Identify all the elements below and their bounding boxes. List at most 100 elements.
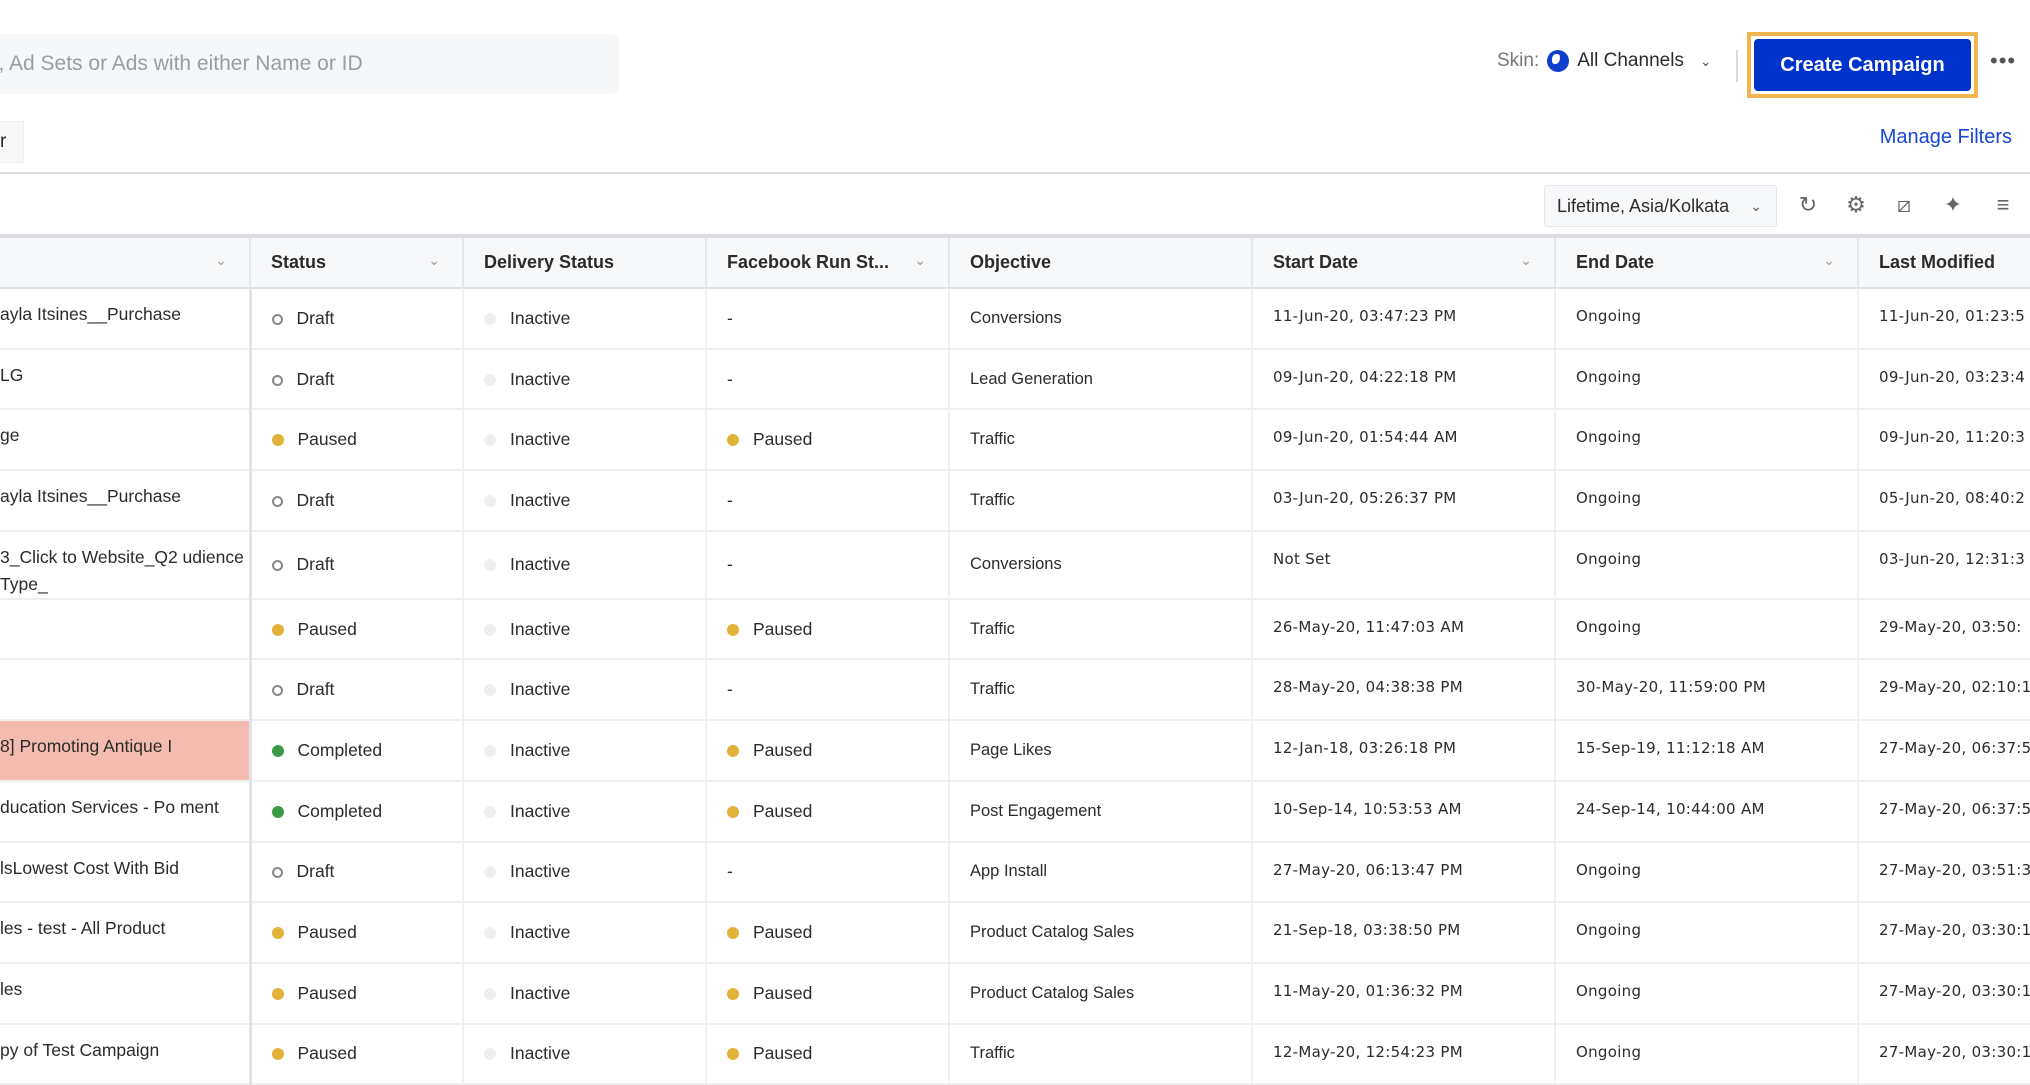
column-header[interactable]: Facebook Run St... ⌄ — [706, 236, 950, 288]
modified-cell: 09-Jun-20, 03:23:4 — [1858, 348, 2030, 411]
delivery-cell: Inactive — [463, 470, 707, 532]
table-row[interactable]: 3_Click to Website_Q2 udience Type_ Draft… — [0, 530, 2030, 600]
modified-text: 27-May-20, 03:30:1 — [1879, 981, 2030, 1000]
start-cell: 11-Jun-20, 03:47:23 PM — [1252, 288, 1556, 350]
name-text[interactable]: py of Test Campaign — [0, 1040, 159, 1060]
table-row[interactable]: LG Draft Inactive - Lead Generation 09-Jun-20… — [0, 348, 2030, 411]
table-row[interactable]: ayla Itsines__Purchase Draft Inactive - Traf… — [0, 470, 2030, 532]
column-header[interactable]: Start Date ⌄ — [1252, 236, 1556, 288]
name-text[interactable]: les — [0, 979, 22, 999]
date-range-select[interactable]: Lifetime, Asia/Kolkata ⌄ — [1544, 185, 1777, 227]
table-row[interactable]: py of Test Campaign Paused Inactive Paused T… — [0, 1023, 2030, 1085]
name-text[interactable]: lsLowest Cost With Bid — [0, 858, 179, 878]
delivery-cell: Inactive — [463, 780, 707, 843]
chevron-down-icon[interactable]: ⌄ — [1823, 252, 1835, 269]
table-row[interactable]: les Paused Inactive Paused Product Catalog S… — [0, 962, 2030, 1025]
fb-text: - — [727, 861, 733, 882]
table-row[interactable]: les - test - All Product Paused Inactive Pa… — [0, 902, 2030, 964]
name-text[interactable]: ayla Itsines__Purchase — [0, 486, 181, 506]
fb-cell: - — [706, 841, 950, 904]
delivery-text: Inactive — [510, 982, 571, 1003]
column-header[interactable]: Delivery Status — [463, 236, 707, 288]
search-placeholder: s, Ad Sets or Ads with either Name or ID — [0, 52, 363, 75]
paused-status-dot-icon — [271, 987, 284, 1000]
table-row[interactable]: ayla Itsines__Purchase Draft Inactive - Conv… — [0, 288, 2030, 350]
name-text[interactable]: ducation Services - Po ment — [0, 797, 219, 817]
table-row[interactable]: ducation Services - Po ment Completed Inac… — [0, 780, 2030, 843]
search-input[interactable]: s, Ad Sets or Ads with either Name or ID — [0, 34, 619, 94]
column-header[interactable]: Last Modified — [1858, 236, 2030, 288]
start-cell: Not Set — [1252, 530, 1556, 600]
globe-icon — [1547, 50, 1570, 72]
start-text: 12-May-20, 12:54:23 PM — [1273, 1042, 1464, 1061]
name-text[interactable]: les - test - All Product — [0, 918, 165, 938]
chevron-down-icon[interactable]: ⌄ — [914, 252, 926, 269]
end-cell: Ongoing — [1555, 902, 1859, 964]
name-text[interactable]: 8] Promoting Antique I — [0, 736, 172, 756]
settings-icon[interactable]: ⚙ — [1841, 190, 1871, 220]
inactive-status-dot-icon — [484, 494, 496, 507]
chevron-down-icon[interactable]: ⌄ — [215, 252, 227, 269]
refresh-icon[interactable]: ↻ — [1793, 190, 1823, 220]
end-cell: Ongoing — [1555, 470, 1859, 532]
status-cell: Completed — [250, 780, 464, 843]
completed-status-dot-icon — [271, 805, 284, 818]
column-header[interactable]: Objective — [949, 236, 1253, 288]
start-text: 09-Jun-20, 01:54:44 AM — [1273, 428, 1458, 447]
name-text[interactable]: ge — [0, 425, 19, 445]
start-text: 11-Jun-20, 03:47:23 PM — [1273, 307, 1457, 325]
fb-text: - — [727, 489, 733, 510]
start-cell: 26-May-20, 11:47:03 AM — [1252, 598, 1556, 661]
modified-text: 05-Jun-20, 08:40:2 — [1879, 489, 2026, 508]
paused-status-dot-icon — [727, 987, 739, 1000]
status-cell: Paused — [250, 598, 464, 661]
modified-text: 27-May-20, 03:30:1 — [1879, 1042, 2030, 1061]
add-column-icon[interactable]: ≡ — [1988, 190, 2018, 220]
more-horizontal-icon[interactable]: ••• — [1990, 48, 2016, 74]
column-header[interactable]: End Date ⌄ — [1555, 236, 1859, 288]
modified-text: 29-May-20, 03:50: — [1879, 617, 2022, 636]
table-row[interactable]: 8] Promoting Antique I Completed Inactive P… — [0, 720, 2030, 782]
draft-status-dot-icon — [271, 495, 283, 507]
filter-button[interactable]: r — [0, 121, 24, 163]
status-cell: Paused — [250, 902, 464, 964]
name-cell: lsLowest Cost With Bid — [0, 841, 252, 904]
paused-status-dot-icon — [271, 434, 284, 447]
start-text: 12-Jan-18, 03:26:18 PM — [1273, 739, 1457, 758]
table-row[interactable]: Draft Inactive - Traffic 28-May-20, 04:38:38… — [0, 659, 2030, 722]
status-cell: Draft — [250, 470, 464, 532]
name-cell — [0, 659, 252, 722]
inactive-status-dot-icon — [484, 744, 496, 757]
end-text: 30-May-20, 11:59:00 PM — [1576, 678, 1767, 697]
objective-cell: App Install — [949, 841, 1253, 904]
start-cell: 27-May-20, 06:13:47 PM — [1252, 841, 1556, 904]
name-cell — [0, 598, 252, 661]
status-text: Paused — [297, 922, 357, 943]
skin-selector[interactable]: Skin: All Channels ⌄ — [1497, 50, 1712, 72]
table-row[interactable]: Paused Inactive Paused Traffic 26-May-20, 11… — [0, 598, 2030, 661]
objective-text: Traffic — [970, 1044, 1015, 1063]
start-cell: 09-Jun-20, 04:22:18 PM — [1252, 348, 1556, 411]
magic-wand-icon[interactable]: ✦ — [1938, 190, 1968, 220]
column-header[interactable]: ⌄ — [0, 236, 251, 288]
table-row[interactable]: lsLowest Cost With Bid Draft Inactive - App … — [0, 841, 2030, 904]
create-campaign-button[interactable]: Create Campaign — [1754, 39, 1971, 91]
paused-status-dot-icon — [727, 744, 739, 757]
delivery-cell: Inactive — [463, 902, 707, 964]
status-cell: Paused — [250, 962, 464, 1025]
manage-filters-link[interactable]: Manage Filters — [1880, 126, 2012, 149]
objective-text: Page Likes — [970, 740, 1052, 759]
name-text[interactable]: 3_Click to Website_Q2 udience Type_ — [0, 547, 244, 594]
chevron-down-icon[interactable]: ⌄ — [428, 252, 440, 269]
column-header-label: Objective — [970, 252, 1052, 272]
table-row[interactable]: ge Paused Inactive Paused Traffic 09-Jun-20, … — [0, 409, 2030, 472]
chevron-down-icon[interactable]: ⌄ — [1520, 252, 1532, 269]
objective-cell: Traffic — [949, 409, 1253, 472]
status-text: Draft — [296, 554, 335, 575]
tag-icon[interactable]: ⧄ — [1889, 190, 1919, 220]
name-text[interactable]: LG — [0, 365, 23, 385]
column-header-label: Delivery Status — [484, 252, 615, 272]
column-header[interactable]: Status ⌄ — [250, 236, 464, 288]
objective-cell: Traffic — [949, 470, 1253, 532]
name-text[interactable]: ayla Itsines__Purchase — [0, 304, 181, 324]
